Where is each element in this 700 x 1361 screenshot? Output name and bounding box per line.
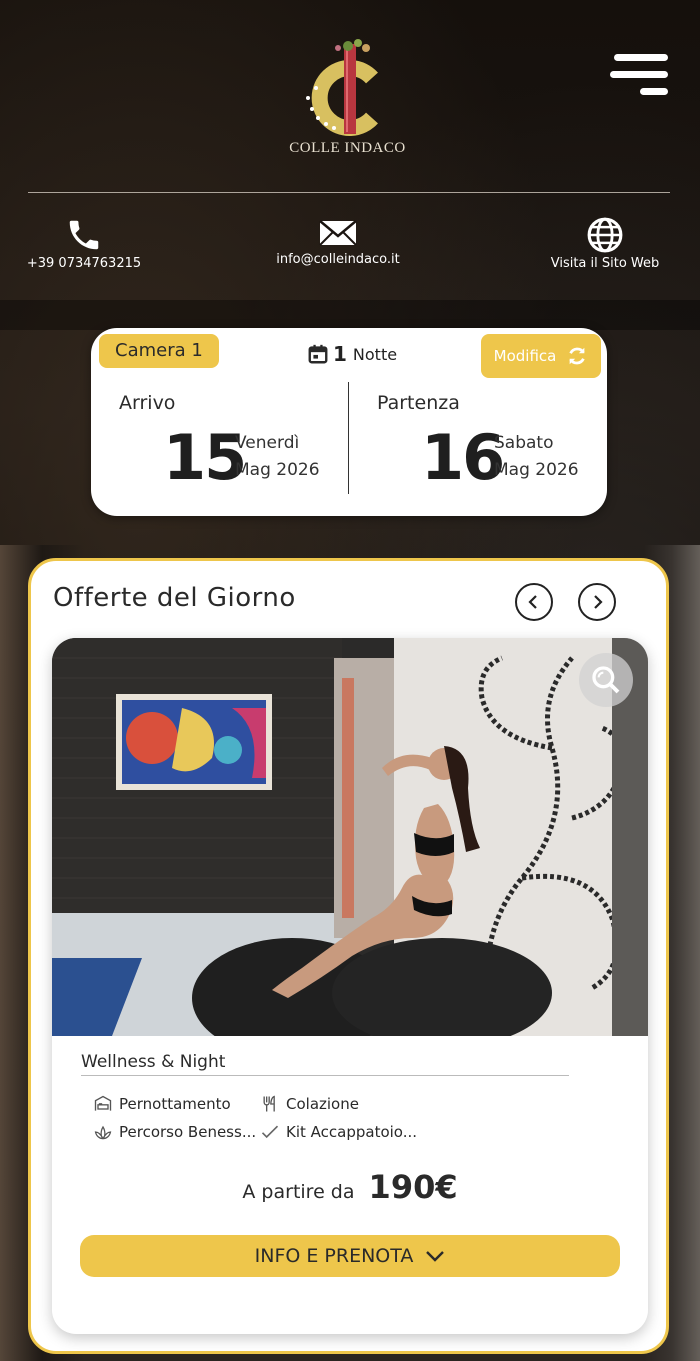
header-divider (28, 192, 670, 193)
background-beam (0, 300, 700, 330)
feature-label: Pernottamento (119, 1095, 231, 1113)
departure-label: Partenza (377, 392, 460, 414)
calendar-icon (308, 344, 328, 364)
globe-icon (587, 217, 623, 253)
feature-kit-accappatoio: Kit Accappatoio... (260, 1122, 417, 1142)
menu-line (640, 88, 668, 95)
departure-month-year: Mag 2026 (494, 460, 579, 480)
room-badge[interactable]: Camera 1 (99, 334, 219, 368)
offer-photo[interactable] (52, 638, 648, 1036)
website-label: Visita il Sito Web (550, 256, 660, 271)
info-book-button[interactable]: INFO E PRENOTA (80, 1235, 620, 1277)
email-address: info@colleindaco.it (276, 252, 400, 267)
feature-label: Colazione (286, 1095, 359, 1113)
offer-card: Wellness & Night Pernottamento Colazione… (52, 638, 648, 1334)
price-prefix: A partire da (242, 1181, 355, 1203)
feature-label: Kit Accappatoio... (286, 1123, 418, 1141)
price-line: A partire da 190€ (52, 1168, 648, 1206)
brand-name: COLLE INDACO (289, 140, 406, 156)
nights-indicator: 1 Notte (307, 342, 397, 366)
departure-weekday: Sabato (494, 433, 554, 453)
arrival-label: Arrivo (119, 392, 176, 414)
nights-label: Notte (352, 344, 398, 364)
nights-count: 1 (333, 342, 347, 366)
feature-colazione: Colazione (260, 1094, 359, 1114)
price-value: 190€ (368, 1168, 458, 1206)
menu-line (610, 71, 668, 78)
feature-label: Percorso Beness... (119, 1123, 257, 1141)
arrival-month-year: Mag 2026 (235, 460, 320, 480)
departure-day[interactable]: 16 (421, 420, 505, 496)
email-contact-link[interactable]: info@colleindaco.it (262, 216, 414, 267)
fork-knife-icon (263, 1095, 275, 1112)
offers-title: Offerte del Giorno (53, 583, 296, 613)
phone-number: +39 0734763215 (26, 256, 142, 271)
search-icon (592, 666, 620, 694)
feature-percorso-benessere: Percorso Beness... (93, 1122, 256, 1142)
next-offer-button[interactable] (578, 583, 616, 621)
offer-name-divider (81, 1075, 569, 1076)
previous-offer-button[interactable] (515, 583, 553, 621)
chevron-down-icon (426, 1251, 445, 1262)
menu-line (614, 54, 668, 61)
feature-pernottamento: Pernottamento (93, 1094, 231, 1114)
cta-label: INFO E PRENOTA (254, 1245, 414, 1267)
phone-contact-link[interactable]: +39 0734763215 (20, 216, 148, 271)
modify-button[interactable]: Modifica (481, 334, 601, 378)
daily-offers-panel: Offerte del Giorno Wellness & Night Pern… (28, 558, 669, 1354)
arrival-date-info: Venerdì Mag 2026 (235, 430, 320, 484)
modify-label: Modifica (493, 347, 557, 365)
offer-name: Wellness & Night (81, 1052, 226, 1072)
arrival-weekday: Venerdì (235, 433, 300, 453)
lotus-icon (94, 1125, 112, 1140)
departure-date-info: Sabato Mag 2026 (494, 430, 579, 484)
refresh-icon (569, 347, 586, 365)
website-link[interactable]: Visita il Sito Web (540, 216, 670, 271)
mail-icon (319, 220, 357, 246)
chevron-right-icon (594, 595, 603, 609)
date-separator (348, 382, 349, 494)
zoom-button[interactable] (579, 653, 633, 707)
chevron-left-icon (528, 595, 537, 609)
booking-summary-card: Camera 1 1 Notte Modifica Arrivo 15 Vene… (91, 328, 607, 516)
check-icon (261, 1125, 279, 1139)
phone-icon (69, 220, 99, 250)
bed-icon (94, 1095, 112, 1111)
arrival-day[interactable]: 15 (163, 420, 247, 496)
hamburger-menu-button[interactable] (610, 52, 672, 98)
